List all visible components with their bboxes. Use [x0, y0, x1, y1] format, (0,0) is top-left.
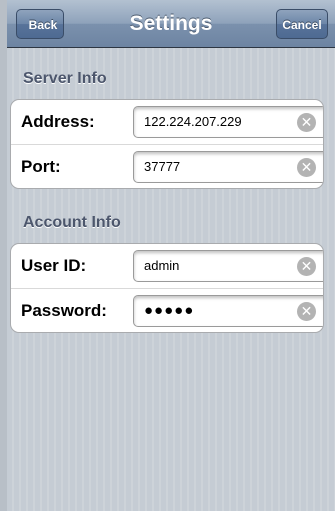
- port-field[interactable]: 37777 ✕: [133, 151, 323, 183]
- address-value: 122.224.207.229: [144, 114, 242, 129]
- address-field[interactable]: 122.224.207.229 ✕: [133, 106, 323, 138]
- password-label: Password:: [21, 301, 107, 320]
- clear-icon[interactable]: ✕: [297, 158, 316, 177]
- back-button-label: Back: [28, 18, 58, 32]
- clear-icon[interactable]: ✕: [297, 113, 316, 132]
- account-info-group: User ID: admin ✕ Password: ●●●●● ✕: [10, 243, 324, 333]
- user-id-label: User ID:: [21, 256, 87, 275]
- user-id-row: User ID: admin ✕: [11, 244, 323, 288]
- cancel-button[interactable]: Cancel: [276, 9, 328, 39]
- port-row: Port: 37777 ✕: [11, 144, 323, 188]
- account-info-header: Account Info: [23, 214, 121, 231]
- clear-icon[interactable]: ✕: [297, 302, 316, 321]
- server-info-header: Server Info: [23, 70, 107, 87]
- user-id-value: admin: [144, 258, 180, 273]
- server-info-group: Address: 122.224.207.229 ✕ Port: 37777 ✕: [10, 99, 324, 189]
- user-id-field[interactable]: admin ✕: [133, 250, 323, 282]
- port-value: 37777: [144, 159, 181, 174]
- address-label: Address:: [21, 112, 95, 131]
- password-field[interactable]: ●●●●● ✕: [133, 295, 323, 327]
- password-row: Password: ●●●●● ✕: [11, 288, 323, 332]
- clear-icon[interactable]: ✕: [297, 257, 316, 276]
- back-button[interactable]: Back: [16, 9, 64, 39]
- left-edge-strip: [0, 0, 7, 511]
- settings-screen: Settings Back Cancel Server Info Address…: [7, 0, 335, 511]
- port-label: Port:: [21, 157, 61, 176]
- password-value: ●●●●●: [144, 302, 195, 319]
- address-row: Address: 122.224.207.229 ✕: [11, 100, 323, 144]
- navigation-bar: Settings Back Cancel: [7, 0, 335, 48]
